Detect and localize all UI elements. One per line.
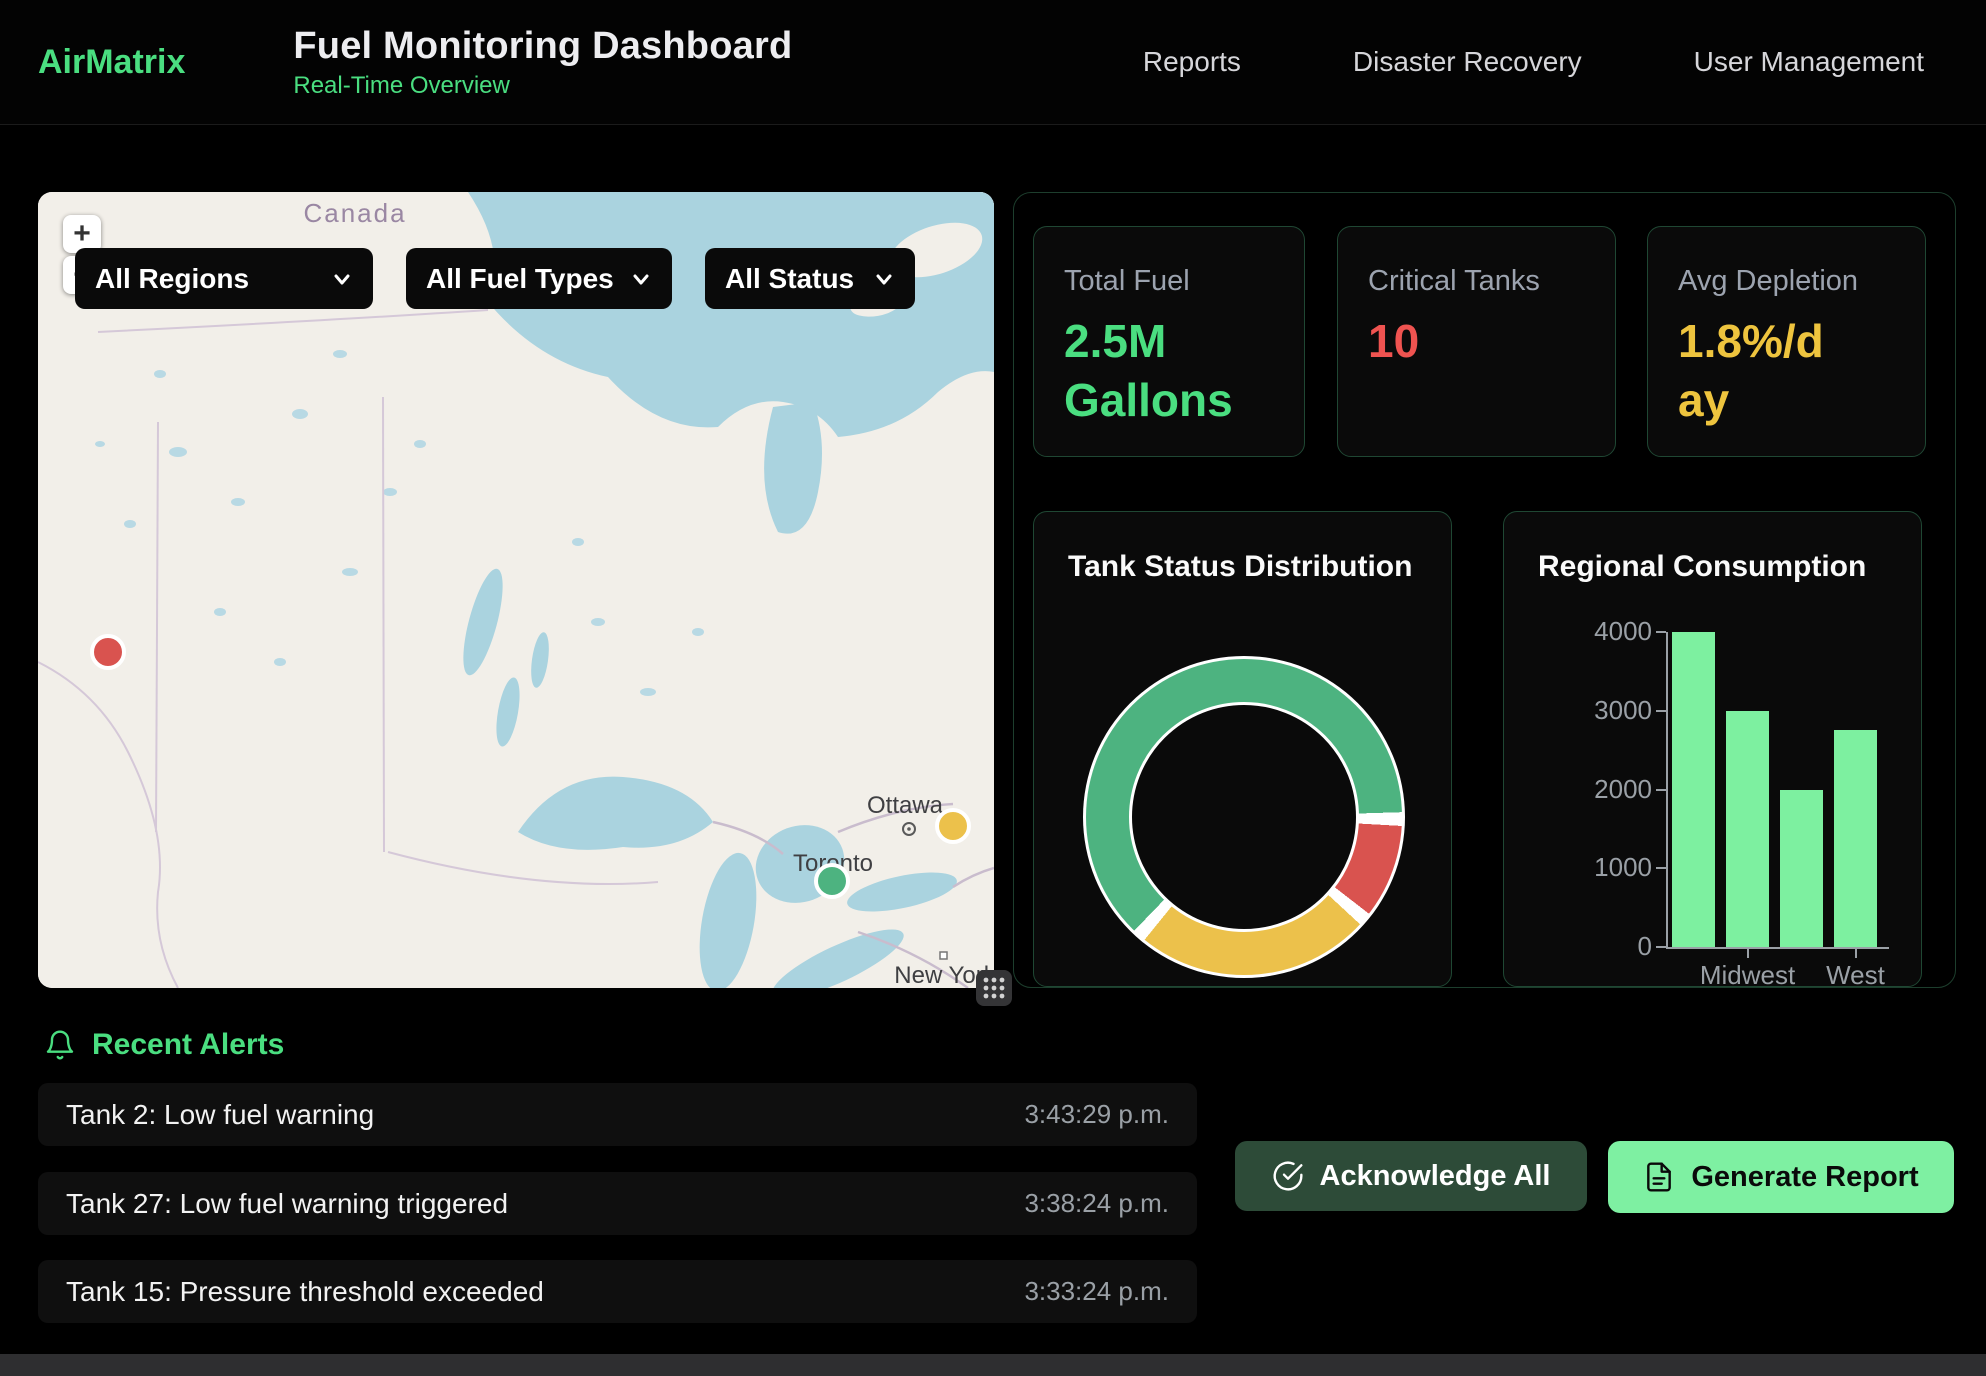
alert-text: Tank 2: Low fuel warning [66,1099,374,1131]
bar-3 [1834,730,1877,947]
tank-status-chart-card: Tank Status Distribution [1033,511,1452,987]
bar-chart: 01000200030004000MidwestWest [1504,512,1923,988]
stat-label: Avg Depletion [1678,265,1895,298]
y-tick-label: 1000 [1524,852,1652,883]
alert-text: Tank 27: Low fuel warning triggered [66,1188,508,1220]
x-tick-label: West [1781,960,1931,991]
stat-card-critical-tanks: Critical Tanks 10 [1337,226,1616,457]
nav-disaster-recovery[interactable]: Disaster Recovery [1353,46,1582,78]
chevron-down-icon [331,268,353,290]
bar-2 [1780,790,1823,948]
alert-row[interactable]: Tank 2: Low fuel warning 3:43:29 p.m. [38,1083,1197,1146]
map-label-canada: Canada [280,198,430,229]
dashboard-panel: Total Fuel 2.5M Gallons Critical Tanks 1… [1013,192,1956,988]
status-filter-dropdown[interactable]: All Status [705,248,915,309]
alert-row[interactable]: Tank 27: Low fuel warning triggered 3:38… [38,1172,1197,1235]
chevron-down-icon [873,268,895,290]
title-block: Fuel Monitoring Dashboard Real-Time Over… [293,25,792,100]
region-filter-label: All Regions [95,263,249,295]
stat-label: Critical Tanks [1368,265,1585,298]
regional-consumption-chart-card: Regional Consumption 01000200030004000Mi… [1503,511,1922,987]
nav-user-management[interactable]: User Management [1694,46,1924,78]
stat-value: 1.8%/day [1678,312,1838,430]
resize-grip-icon[interactable] [976,970,1012,1006]
region-filter-dropdown[interactable]: All Regions [75,248,373,309]
map-marker-critical[interactable] [90,634,126,670]
document-icon [1643,1161,1675,1193]
fuel-type-filter-dropdown[interactable]: All Fuel Types [406,248,672,309]
bottom-strip [0,1354,1986,1376]
bell-icon [44,1029,76,1061]
acknowledge-all-label: Acknowledge All [1320,1160,1551,1193]
chart-title: Tank Status Distribution [1068,550,1412,584]
x-tick-mark [1855,949,1857,958]
y-tick-mark [1656,631,1666,633]
bar-0 [1672,632,1715,947]
header: AirMatrix Fuel Monitoring Dashboard Real… [0,0,1986,125]
stat-card-avg-depletion: Avg Depletion 1.8%/day [1647,226,1926,457]
generate-report-button[interactable]: Generate Report [1608,1141,1954,1213]
status-filter-label: All Status [725,263,854,295]
alert-time: 3:33:24 p.m. [1024,1276,1169,1307]
map-filters: All Regions All Fuel Types All Status [75,248,915,309]
page-subtitle: Real-Time Overview [293,72,792,100]
alerts-title: Recent Alerts [92,1028,284,1062]
map-marker-warning[interactable] [935,808,971,844]
page-title: Fuel Monitoring Dashboard [293,25,792,68]
y-tick-label: 4000 [1524,616,1652,647]
stat-value: 10 [1368,312,1585,371]
acknowledge-all-button[interactable]: Acknowledge All [1235,1141,1587,1211]
y-tick-label: 2000 [1524,774,1652,805]
y-tick-label: 0 [1524,931,1652,962]
alert-time: 3:38:24 p.m. [1024,1188,1169,1219]
alert-time: 3:43:29 p.m. [1024,1099,1169,1130]
check-circle-icon [1272,1160,1304,1192]
nav-reports[interactable]: Reports [1143,46,1241,78]
stat-label: Total Fuel [1064,265,1274,298]
y-tick-mark [1656,789,1666,791]
stat-value: 2.5M Gallons [1064,312,1274,430]
y-tick-mark [1656,710,1666,712]
alerts-header: Recent Alerts [44,1028,284,1062]
main-nav: Reports Disaster Recovery User Managemen… [1143,46,1924,78]
chevron-down-icon [630,268,652,290]
y-tick-mark [1656,946,1666,948]
generate-report-label: Generate Report [1691,1161,1918,1194]
fuel-type-filter-label: All Fuel Types [426,263,614,295]
y-tick-mark [1656,867,1666,869]
x-tick-mark [1747,949,1749,958]
alert-row[interactable]: Tank 15: Pressure threshold exceeded 3:3… [38,1260,1197,1323]
map-panel[interactable]: Canada Ottawa Toronto New York + − All R… [38,192,994,988]
donut-hole [1129,702,1359,932]
alert-text: Tank 15: Pressure threshold exceeded [66,1276,544,1308]
y-axis-line [1666,632,1668,947]
map-marker-normal[interactable] [814,863,850,899]
app-logo: AirMatrix [38,43,185,82]
bar-1 [1726,711,1769,947]
y-tick-label: 3000 [1524,695,1652,726]
stat-card-total-fuel: Total Fuel 2.5M Gallons [1033,226,1305,457]
